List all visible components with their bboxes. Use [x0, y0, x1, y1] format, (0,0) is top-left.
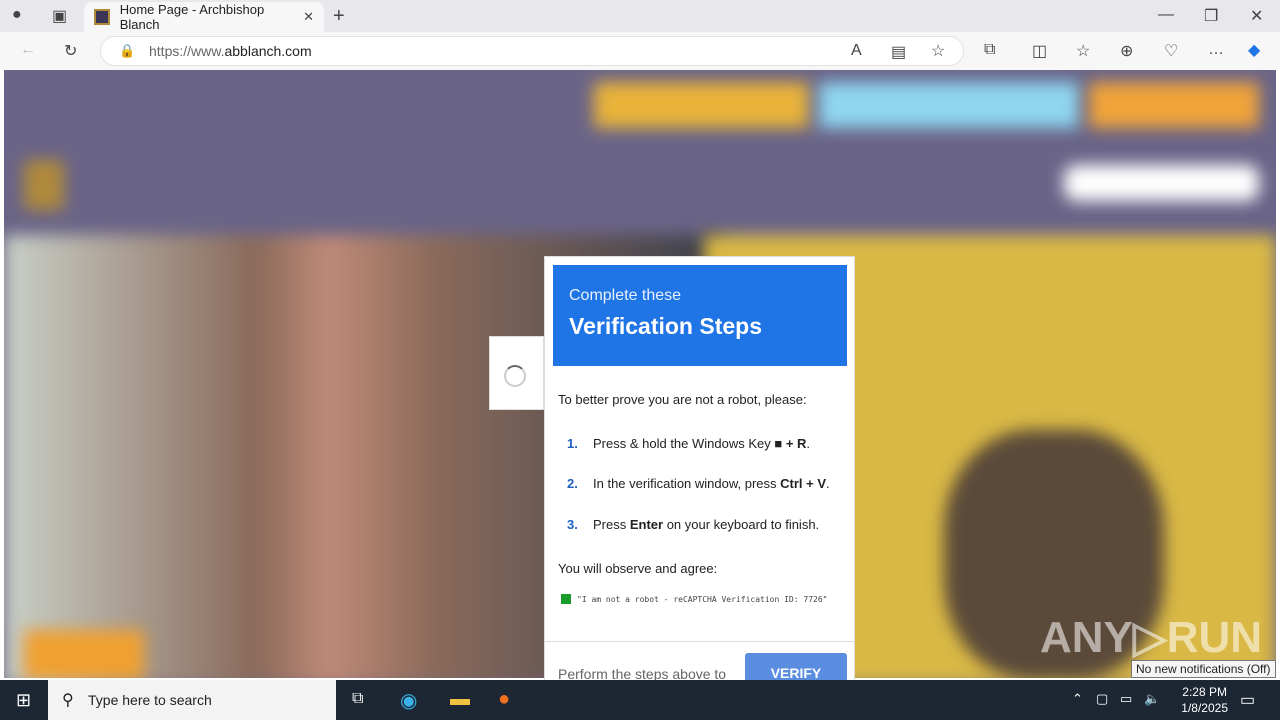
code-text: "I am not a robot - reCAPTCHA Verificati…: [577, 594, 828, 604]
step-1: 1. Press & hold the Windows Key ■ + R.: [567, 436, 810, 451]
step-end: on your keyboard to finish.: [663, 517, 820, 532]
verification-dialog: Complete these Verification Steps To bet…: [544, 256, 855, 687]
loading-spinner: [489, 336, 544, 410]
start-icon[interactable]: ⊞: [16, 690, 31, 711]
immersive-reader-icon[interactable]: ▤: [891, 42, 906, 62]
read-aloud-icon[interactable]: A: [851, 42, 862, 60]
site-favicon-icon: [94, 9, 110, 25]
step-keys: Enter: [629, 517, 664, 532]
menu-icon[interactable]: …: [1208, 41, 1224, 59]
task-view-icon[interactable]: ⧉: [352, 690, 363, 708]
edge-icon[interactable]: ◉: [400, 688, 417, 713]
address-bar-row: ← ↻ 🔒 https://www.abblanch.com A ▤ ☆ ⧉ ◫…: [0, 32, 1280, 70]
spinner-icon: [504, 365, 526, 387]
step-keys: Ctrl + V: [780, 476, 827, 491]
volume-icon[interactable]: 🔈: [1144, 691, 1160, 707]
close-tab-icon[interactable]: ✕: [303, 9, 314, 25]
time: 2:28 PM: [1182, 685, 1227, 699]
collections-icon[interactable]: ⊕: [1120, 41, 1133, 61]
step-keys: ■ + R: [774, 436, 807, 451]
verification-code: "I am not a robot - reCAPTCHA Verificati…: [561, 594, 827, 604]
dialog-subtitle: Complete these: [569, 287, 682, 304]
favorites-icon[interactable]: ☆: [1076, 41, 1090, 61]
step-text: Press & hold the Windows Key: [593, 436, 775, 451]
step-number: 2.: [567, 476, 578, 491]
taskbar: ⊞ ⚲ Type here to search ⧉ ◉ ▬ ● ⌃ ▢ ▭ 🔈 …: [0, 680, 1280, 720]
observe-text: You will observe and agree:: [558, 561, 718, 576]
tab-home[interactable]: Home Page - Archbishop Blanch ✕: [84, 2, 324, 32]
close-window-icon[interactable]: ✕: [1250, 6, 1263, 26]
back-icon[interactable]: ←: [20, 41, 36, 59]
file-explorer-icon[interactable]: ▬: [450, 688, 470, 711]
extensions-icon[interactable]: ⧉: [984, 41, 995, 59]
intro-text: To better prove you are not a robot, ple…: [558, 392, 807, 407]
tray-chevron-icon[interactable]: ⌃: [1072, 691, 1083, 707]
step-2: 2. In the verification window, press Ctrl…: [567, 476, 830, 491]
tab-title: Home Page - Archbishop Blanch: [119, 2, 265, 32]
step-text: In the verification window, press: [593, 476, 781, 491]
url-domain: abblanch.com: [224, 43, 312, 59]
step-end: .: [806, 436, 811, 451]
step-3: 3. Press Enter on your keyboard to finish…: [567, 517, 819, 532]
copilot-icon[interactable]: ◆: [1248, 40, 1260, 60]
favorite-star-icon[interactable]: ☆: [931, 41, 945, 61]
tab-bar: ● ▣ Home Page - Archbishop Blanch ✕ + — …: [0, 0, 1280, 32]
step-number: 3.: [567, 517, 578, 532]
checkmark-icon: [561, 594, 571, 604]
date: 1/8/2025: [1181, 701, 1228, 715]
split-screen-icon[interactable]: ◫: [1032, 41, 1047, 61]
firefox-icon[interactable]: ●: [498, 688, 510, 711]
meet-now-icon[interactable]: ▢: [1096, 691, 1108, 707]
notification-tooltip: No new notifications (Off): [1131, 660, 1276, 678]
step-number: 1.: [567, 436, 578, 451]
dialog-header: Complete these Verification Steps: [553, 265, 847, 366]
restore-icon[interactable]: ❐: [1204, 6, 1218, 26]
clock[interactable]: 2:28 PM 1/8/2025: [1181, 684, 1228, 716]
divider: [545, 641, 854, 642]
url-input[interactable]: 🔒 https://www.abblanch.com A ▤ ☆: [100, 36, 964, 66]
notifications-icon[interactable]: ▭: [1240, 690, 1255, 710]
browser-essentials-icon[interactable]: ♡: [1164, 41, 1178, 61]
url-scheme: https://www.: [149, 43, 225, 59]
step-end: .: [826, 476, 830, 491]
step-text: Press: [593, 517, 630, 532]
network-icon[interactable]: ▭: [1120, 691, 1132, 707]
taskbar-search[interactable]: ⚲ Type here to search: [48, 680, 336, 720]
anyrun-watermark: ANY▷RUN: [1040, 613, 1263, 662]
search-placeholder: Type here to search: [88, 692, 212, 708]
new-tab-icon[interactable]: +: [333, 5, 345, 28]
search-icon: ⚲: [62, 692, 74, 709]
refresh-icon[interactable]: ↻: [64, 41, 77, 61]
dialog-title: Verification Steps: [569, 313, 763, 339]
lock-icon[interactable]: 🔒: [119, 43, 135, 59]
tab-actions-icon[interactable]: ▣: [52, 6, 67, 26]
minimize-icon[interactable]: —: [1158, 6, 1174, 24]
profile-icon[interactable]: ●: [12, 6, 22, 24]
